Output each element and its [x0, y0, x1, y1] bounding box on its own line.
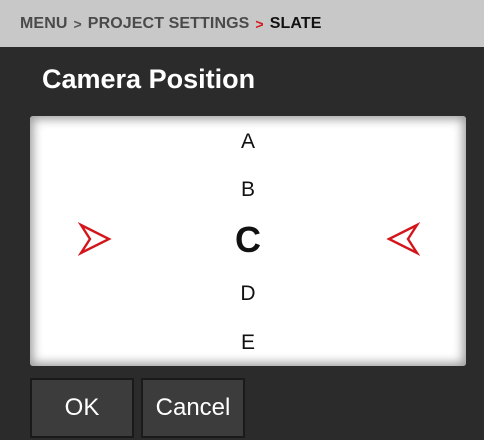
breadcrumb-project-settings[interactable]: PROJECT SETTINGS: [88, 15, 250, 33]
option-e[interactable]: E: [30, 330, 466, 356]
ok-button[interactable]: OK: [30, 378, 134, 438]
breadcrumb-separator-active: >: [255, 15, 264, 32]
cancel-button[interactable]: Cancel: [141, 378, 245, 438]
chevron-right-outline-icon: [78, 222, 112, 256]
breadcrumb-separator: >: [73, 15, 82, 32]
option-d[interactable]: D: [30, 281, 466, 307]
chevron-left-outline-icon: [386, 222, 420, 256]
page-title: Camera Position: [42, 64, 256, 94]
camera-position-picker[interactable]: A B C D E: [30, 116, 466, 366]
option-b[interactable]: B: [30, 177, 466, 203]
breadcrumb-menu[interactable]: MENU: [20, 15, 68, 33]
breadcrumb-slate: SLATE: [269, 14, 322, 32]
option-a[interactable]: A: [30, 129, 466, 155]
breadcrumb: MENU > PROJECT SETTINGS > SLATE: [0, 0, 484, 47]
